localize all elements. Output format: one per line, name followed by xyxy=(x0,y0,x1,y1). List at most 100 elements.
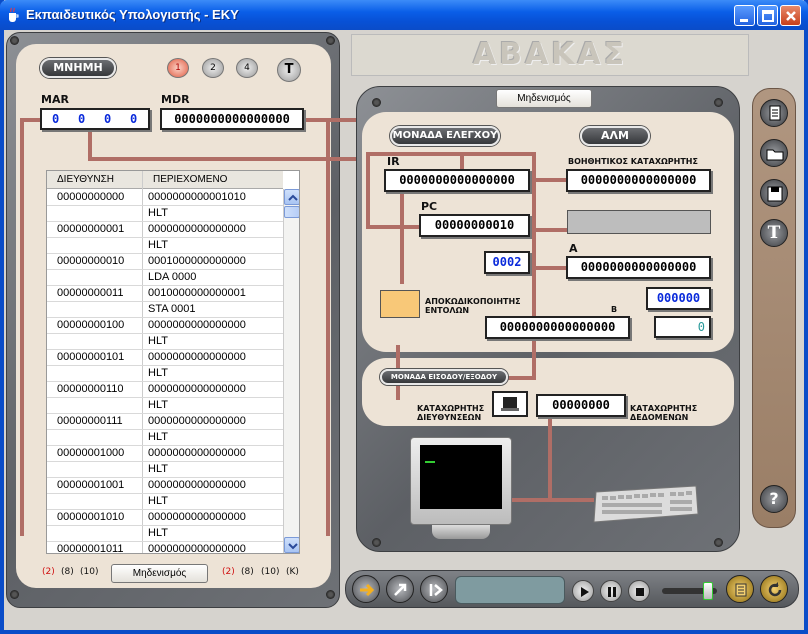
memory-row[interactable]: HLT xyxy=(47,494,283,510)
memory-content-cell: HLT xyxy=(148,239,168,251)
memory-address-cell: 00000000001 xyxy=(57,223,125,235)
open-button[interactable] xyxy=(760,139,788,167)
memory-tab-1[interactable]: 1 xyxy=(167,58,189,78)
memory-address-cell: 00000000101 xyxy=(57,351,125,363)
memory-row[interactable]: 00000000101 0000000000000000 xyxy=(47,350,283,366)
memory-tab-2[interactable]: 2 xyxy=(202,58,224,78)
screw xyxy=(10,590,19,599)
memory-address-cell: 00000000110 xyxy=(57,383,124,395)
memory-row[interactable]: HLT xyxy=(47,430,283,446)
scroll-thumb[interactable] xyxy=(284,206,299,218)
memory-row[interactable]: 00000000000 0000000000001010 xyxy=(47,190,283,206)
list-button[interactable] xyxy=(726,575,754,603)
arrow-right-icon xyxy=(360,583,375,597)
flag-display: 0 xyxy=(654,316,711,338)
play-button[interactable] xyxy=(572,580,594,602)
pc-decimal-display: 0002 xyxy=(484,251,530,274)
memory-row[interactable]: HLT xyxy=(47,206,283,222)
monitor-screen xyxy=(420,445,502,509)
new-document-button[interactable] xyxy=(760,99,788,127)
mar-digit: 0 xyxy=(104,112,112,126)
io-address-register xyxy=(492,391,528,417)
jump-arrow-icon xyxy=(394,583,407,596)
mdr-register: 0000000000000000 xyxy=(160,108,304,130)
stop-icon xyxy=(636,588,644,596)
window-frame-right xyxy=(804,0,808,634)
memory-content-cell: HLT xyxy=(148,399,168,411)
monitor-stand xyxy=(432,525,490,539)
text-button[interactable]: T xyxy=(760,219,788,247)
wire xyxy=(366,225,422,229)
memory-row[interactable]: 00000001001 0000000000000000 xyxy=(47,478,283,494)
memory-row[interactable]: 00000001010 0000000000000000 xyxy=(47,510,283,526)
wire xyxy=(20,118,42,122)
memory-content-cell: HLT xyxy=(148,207,168,219)
memory-row[interactable]: STA 0001 xyxy=(47,302,283,318)
memory-row[interactable]: 00000000111 0000000000000000 xyxy=(47,414,283,430)
memory-rows: 00000000000 0000000000001010 HLT 0000000000… xyxy=(47,190,283,554)
memory-row[interactable]: 00000000010 0001000000000000 xyxy=(47,254,283,270)
cpu-reset-button[interactable]: Μηδενισμός xyxy=(496,89,592,108)
step-icon xyxy=(429,584,443,596)
memory-row[interactable]: 00000000001 0000000000000000 xyxy=(47,222,283,238)
io-data-register: 00000000 xyxy=(536,394,626,417)
address-column-header: ΔΙΕΥΘΥΝΣΗ xyxy=(57,174,114,185)
content-radix-10[interactable]: (10) xyxy=(261,567,279,577)
memory-content-cell: HLT xyxy=(148,431,168,443)
memory-row[interactable]: HLT xyxy=(47,366,283,382)
content-radix-8[interactable]: (8) xyxy=(241,567,254,577)
step-button[interactable] xyxy=(420,575,448,603)
address-radix-2[interactable]: (2) xyxy=(42,567,55,577)
jump-button[interactable] xyxy=(386,575,414,603)
content-radix-2[interactable]: (2) xyxy=(222,567,235,577)
mdr-label: MDR xyxy=(161,93,190,106)
memory-table[interactable]: ΔΙΕΥΘΥΝΣΗ ΠΕΡΙΕΧΟΜΕΝΟ 00000000000 0000000… xyxy=(46,170,300,554)
memory-content-cell: LDA 0000 xyxy=(148,271,197,283)
wire xyxy=(366,152,370,228)
address-radix-10[interactable]: (10) xyxy=(80,567,98,577)
memory-address-cell: 00000001011 xyxy=(57,543,124,554)
memory-scrollbar[interactable] xyxy=(283,189,299,553)
memory-row[interactable]: LDA 0000 xyxy=(47,270,283,286)
memory-row[interactable]: HLT xyxy=(47,398,283,414)
memory-reset-button[interactable]: Μηδενισμός xyxy=(111,564,208,583)
memory-row[interactable]: HLT xyxy=(47,526,283,542)
screw xyxy=(10,36,19,45)
screw xyxy=(372,98,381,107)
wire xyxy=(326,118,330,536)
scroll-up-button[interactable] xyxy=(284,189,299,205)
stop-button[interactable] xyxy=(628,580,650,602)
memory-row[interactable]: HLT xyxy=(47,334,283,350)
address-register-label: ΔΙΕΥΘΥΝΣΕΩΝ xyxy=(417,413,482,422)
minimize-button[interactable] xyxy=(734,5,755,26)
memory-row[interactable]: HLT xyxy=(47,238,283,254)
memory-tab-4[interactable]: 4 xyxy=(236,58,258,78)
memory-row[interactable]: 00000000100 0000000000000000 xyxy=(47,318,283,334)
close-button[interactable] xyxy=(780,5,801,26)
text-view-button[interactable]: T xyxy=(277,58,301,82)
help-button[interactable]: ? xyxy=(760,485,788,513)
reload-button[interactable] xyxy=(760,575,788,603)
content-radix-k[interactable]: (K) xyxy=(286,567,299,577)
memory-address-cell: 00000001000 xyxy=(57,447,125,459)
pause-button[interactable] xyxy=(600,580,622,602)
memory-row[interactable]: 00000001011 0000000000000000 xyxy=(47,542,283,554)
memory-content-cell: 0001000000000000 xyxy=(148,255,246,267)
memory-row[interactable]: 00000000110 0000000000000000 xyxy=(47,382,283,398)
pause-icon xyxy=(608,587,616,597)
speed-slider-thumb[interactable] xyxy=(703,582,713,600)
address-radix-8[interactable]: (8) xyxy=(61,567,74,577)
memory-address-cell: 00000001010 xyxy=(57,511,125,523)
step-forward-button[interactable] xyxy=(352,575,380,603)
b-label: B xyxy=(611,305,618,314)
scroll-down-button[interactable] xyxy=(284,537,299,553)
memory-row[interactable]: 00000001000 0000000000000000 xyxy=(47,446,283,462)
title-bar[interactable]: Εκπαιδευτικός Υπολογιστής - ΕΚΥ xyxy=(0,0,808,30)
maximize-button[interactable] xyxy=(757,5,778,26)
speed-display xyxy=(455,576,565,604)
save-button[interactable] xyxy=(760,179,788,207)
memory-row[interactable]: 00000000011 0010000000000001 xyxy=(47,286,283,302)
io-unit-label: ΜΟΝΑΔΑ ΕΙΣΟΔΟΥ/ΕΞΟΔΟΥ xyxy=(380,369,508,385)
list-icon xyxy=(735,583,747,597)
memory-row[interactable]: HLT xyxy=(47,462,283,478)
